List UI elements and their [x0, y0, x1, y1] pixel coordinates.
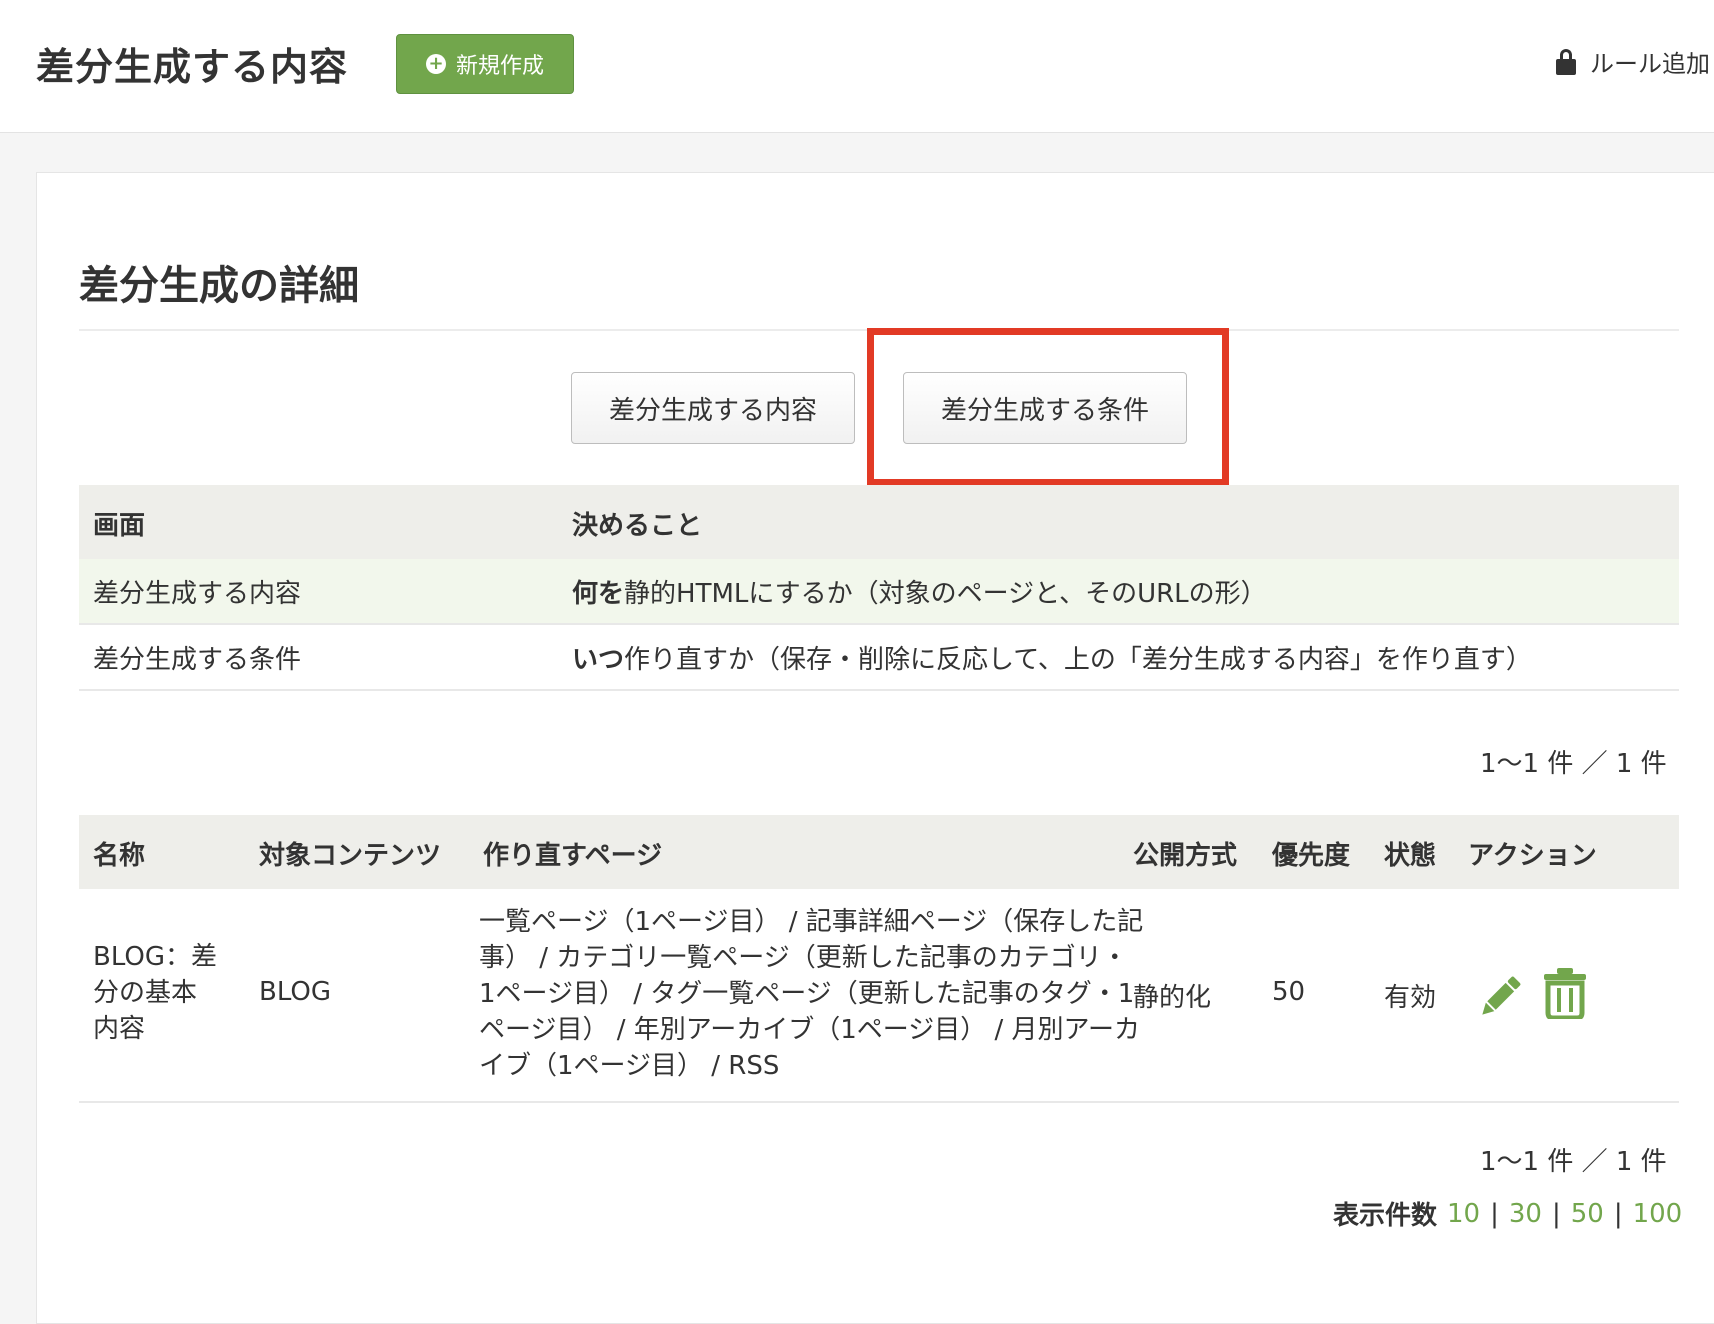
- info-row-desc: 何を静的HTMLにするか（対象のページと、そのURLの形）: [572, 573, 1267, 610]
- result-count-bottom: 1〜1 件 ／ 1 件: [1480, 1147, 1667, 1177]
- per-page-separator: |: [1613, 1198, 1623, 1229]
- info-row: 差分生成する内容 何を静的HTMLにするか（対象のページと、そのURLの形）: [79, 559, 1679, 625]
- plus-circle-icon: +: [425, 54, 446, 74]
- col-name: 名称: [93, 841, 146, 871]
- col-pages: 作り直すページ: [483, 841, 663, 871]
- detail-panel: 差分生成の詳細 差分生成する内容 差分生成する条件 画面 決めること 差分生成す…: [36, 172, 1714, 1324]
- info-row-rest: 作り直すか（保存・削除に反応して、上の「差分生成する内容」を作り直す）: [624, 645, 1532, 675]
- info-row-desc: いつ作り直すか（保存・削除に反応して、上の「差分生成する内容」を作り直す）: [572, 639, 1532, 676]
- new-create-label: 新規作成: [455, 54, 544, 79]
- row-name: BLOG：差 分の基本 内容: [93, 942, 218, 1044]
- info-row-rest: 静的HTMLにするか（対象のページと、そのURLの形）: [624, 579, 1267, 609]
- list-table-header: 名称 対象コンテンツ 作り直すページ 公開方式 優先度 状態 アクション: [79, 815, 1679, 889]
- col-actions: アクション: [1468, 841, 1597, 871]
- row-method: 静的化: [1133, 983, 1212, 1013]
- per-page-label: 表示件数: [1333, 1201, 1438, 1231]
- col-content: 対象コンテンツ: [259, 841, 442, 871]
- top-bar: 差分生成する内容 + 新規作成 ルール追加: [0, 0, 1714, 133]
- info-row-bold: 何を: [572, 579, 625, 609]
- info-row: 差分生成する条件 いつ作り直すか（保存・削除に反応して、上の「差分生成する内容」…: [79, 625, 1679, 691]
- pencil-icon[interactable]: [1474, 971, 1526, 1023]
- per-page-selector: 表示件数 10 | 30 | 50 | 100: [1333, 1195, 1682, 1232]
- info-row-bold: いつ: [572, 645, 625, 675]
- row-priority: 50: [1272, 977, 1306, 1007]
- section-title: 差分生成の詳細: [79, 263, 359, 309]
- add-rule-label: ルール追加: [1590, 50, 1710, 78]
- col-priority: 優先度: [1272, 841, 1351, 871]
- lock-icon: [1556, 48, 1576, 75]
- row-content: BLOG: [259, 977, 332, 1007]
- per-page-30[interactable]: 30: [1509, 1199, 1542, 1229]
- per-page-10[interactable]: 10: [1447, 1199, 1480, 1229]
- per-page-50[interactable]: 50: [1571, 1199, 1604, 1229]
- per-page-100[interactable]: 100: [1633, 1199, 1683, 1229]
- col-method: 公開方式: [1133, 841, 1238, 871]
- per-page-separator: |: [1490, 1198, 1499, 1229]
- new-create-button[interactable]: + 新規作成: [396, 34, 574, 94]
- row-pages: 一覧ページ（1ページ目） / 記事詳細ページ（保存した記事） / カテゴリ一覧ペ…: [479, 907, 1144, 1081]
- info-row-screen: 差分生成する内容: [93, 579, 302, 609]
- row-status: 有効: [1384, 983, 1437, 1013]
- tab-diff-content[interactable]: 差分生成する内容: [571, 372, 855, 444]
- page-title: 差分生成する内容: [36, 45, 349, 89]
- info-row-screen: 差分生成する条件: [93, 645, 302, 675]
- info-header-screen: 画面: [93, 511, 146, 541]
- per-page-separator: |: [1551, 1198, 1561, 1229]
- result-count-top: 1〜1 件 ／ 1 件: [1480, 749, 1667, 779]
- highlight-annotation: [867, 328, 1229, 486]
- info-table-header: 画面 決めること: [79, 485, 1679, 559]
- add-rule-link[interactable]: ルール追加: [1556, 44, 1710, 79]
- trash-icon[interactable]: [1542, 967, 1588, 1019]
- col-status: 状態: [1384, 841, 1437, 871]
- info-header-decide: 決めること: [572, 511, 703, 541]
